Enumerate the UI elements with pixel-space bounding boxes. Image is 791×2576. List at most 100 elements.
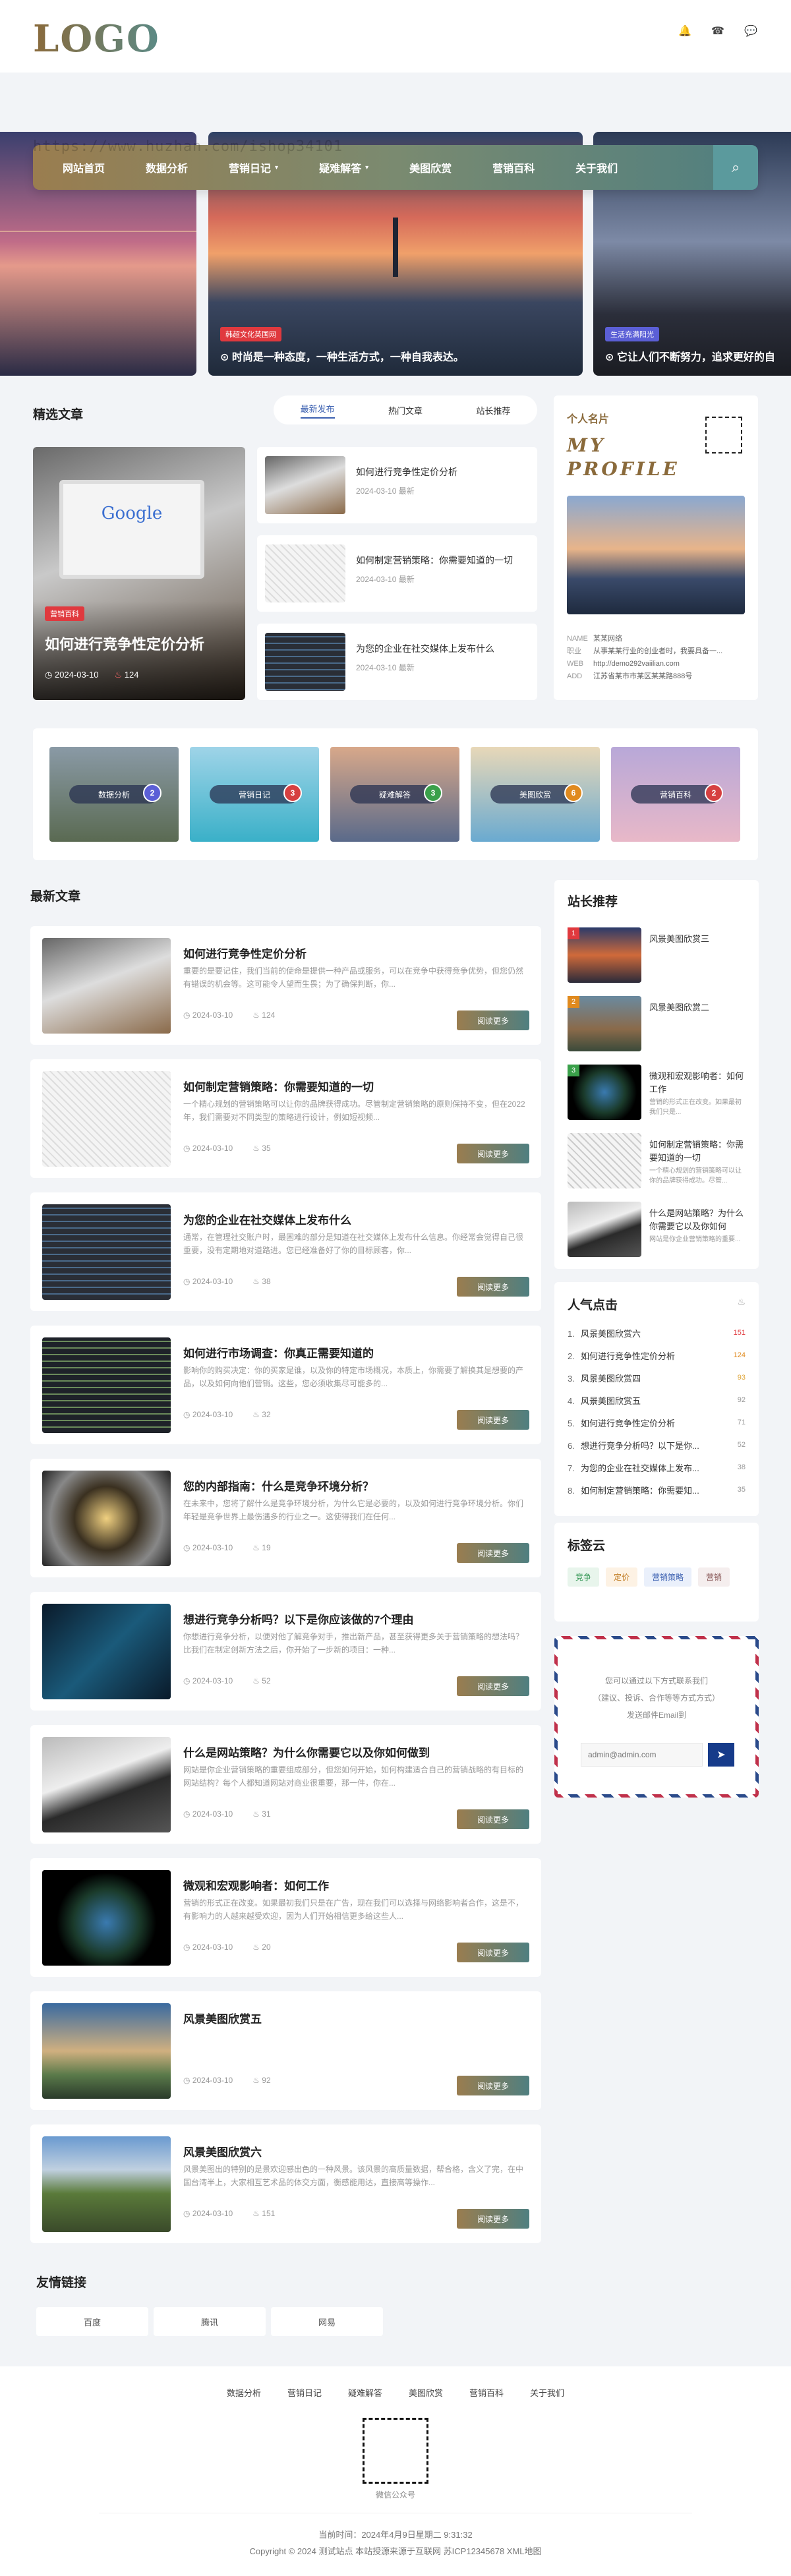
read-more-button[interactable]: 阅读更多 bbox=[457, 2209, 529, 2229]
recommend-item-title[interactable]: 微观和宏观影响者：如何工作 bbox=[649, 1070, 746, 1096]
category-card[interactable]: 美图欣赏 6 bbox=[471, 747, 600, 842]
friend-link[interactable]: 网易 bbox=[271, 2307, 383, 2336]
article-card[interactable]: 风景美图欣赏六 风景美图出的特别的是景欢迎感出色的一种风景。该风景的高质量数据，帮… bbox=[30, 2124, 541, 2243]
tag-chip[interactable]: 营销 bbox=[698, 1567, 730, 1587]
article-title[interactable]: 风景美图欣赏五 bbox=[183, 2010, 262, 2026]
featured-list-title[interactable]: 如何进行竞争性定价分析 bbox=[356, 465, 457, 479]
tag-chip[interactable]: 营销策略 bbox=[644, 1567, 692, 1587]
article-thumb-image[interactable] bbox=[42, 1471, 171, 1566]
friend-link[interactable]: 百度 bbox=[36, 2307, 148, 2336]
nav-home[interactable]: 网站首页 bbox=[63, 160, 105, 175]
recommend-item-title[interactable]: 什么是网站策略？为什么你需要它以及你如何 bbox=[649, 1207, 746, 1233]
footer-nav-link[interactable]: 疑难解答 bbox=[348, 2386, 382, 2399]
article-thumb-image[interactable] bbox=[42, 2003, 171, 2099]
article-title[interactable]: 如何进行竞争性定价分析 bbox=[183, 945, 307, 961]
read-more-button[interactable]: 阅读更多 bbox=[457, 1410, 529, 1430]
profile-value[interactable]: http://demo292vaiilian.com bbox=[593, 660, 680, 668]
popular-item[interactable]: 3. 风景美图欣赏四 93 bbox=[568, 1366, 746, 1389]
footer-nav-link[interactable]: 数据分析 bbox=[227, 2386, 261, 2399]
popular-item[interactable]: 6. 想进行竞争分析吗？以下是你... 52 bbox=[568, 1434, 746, 1456]
nav-faq[interactable]: 疑难解答 ▾ bbox=[319, 160, 368, 175]
search-button[interactable]: ⌕ bbox=[713, 145, 758, 190]
article-thumb-image[interactable] bbox=[42, 1071, 171, 1167]
read-more-button[interactable]: 阅读更多 bbox=[457, 1144, 529, 1163]
footer-nav-link[interactable]: 美图欣赏 bbox=[409, 2386, 443, 2399]
footer-nav-link[interactable]: 营销百科 bbox=[469, 2386, 504, 2399]
recommend-item-title[interactable]: 风景美图欣赏二 bbox=[649, 1001, 746, 1014]
article-card[interactable]: 风景美图欣赏五 ◷ 2024-03-10 ♨ 92 阅读更多 bbox=[30, 1991, 541, 2110]
article-thumb-image[interactable] bbox=[42, 2136, 171, 2232]
nav-gallery[interactable]: 美图欣赏 bbox=[409, 160, 452, 175]
recommend-item-title[interactable]: 风景美图欣赏三 bbox=[649, 933, 746, 946]
footer-nav-link[interactable]: 营销日记 bbox=[287, 2386, 322, 2399]
article-card[interactable]: 想进行竞争分析吗？以下是你应该做的7个理由 你想进行竞争分析，以便对他了解竞争对手… bbox=[30, 1592, 541, 1711]
featured-tag[interactable]: 营销百科 bbox=[45, 606, 84, 621]
popular-item[interactable]: 5. 如何进行竞争性定价分析 71 bbox=[568, 1411, 746, 1434]
article-thumb-image[interactable] bbox=[42, 1337, 171, 1433]
popular-item[interactable]: 7. 为您的企业在社交媒体上发布... 38 bbox=[568, 1456, 746, 1478]
read-more-button[interactable]: 阅读更多 bbox=[457, 1809, 529, 1829]
article-title[interactable]: 为您的企业在社交媒体上发布什么 bbox=[183, 1211, 351, 1227]
article-card[interactable]: 如何进行市场调查：你真正需要知道的 影响你的购买决定：你的买家是谁，以及你的特定市… bbox=[30, 1326, 541, 1444]
category-card[interactable]: 营销百科 2 bbox=[611, 747, 740, 842]
article-title[interactable]: 想进行竞争分析吗？以下是你应该做的7个理由 bbox=[183, 1610, 413, 1627]
read-more-button[interactable]: 阅读更多 bbox=[457, 2076, 529, 2095]
slide-tag[interactable]: 韩超文化英国网 bbox=[220, 327, 281, 341]
nav-data-analysis[interactable]: 数据分析 bbox=[146, 160, 188, 175]
featured-list-title[interactable]: 如何制定营销策略：你需要知道的一切 bbox=[356, 554, 513, 567]
read-more-button[interactable]: 阅读更多 bbox=[457, 1543, 529, 1563]
article-title[interactable]: 微观和宏观影响者：如何工作 bbox=[183, 1877, 329, 1893]
tag-chip[interactable]: 定价 bbox=[606, 1567, 638, 1587]
article-thumb-image[interactable] bbox=[42, 1737, 171, 1832]
nav-encyclopedia[interactable]: 营销百科 bbox=[492, 160, 535, 175]
recommend-item[interactable]: 3 微观和宏观影响者：如何工作 营销的形式正在改变。如果最初我们只是... bbox=[568, 1065, 746, 1120]
nav-about[interactable]: 关于我们 bbox=[575, 160, 618, 175]
article-title[interactable]: 如何制定营销策略：你需要知道的一切 bbox=[183, 1078, 374, 1094]
phone-icon[interactable]: ☎ bbox=[711, 24, 725, 38]
wechat-icon[interactable]: 💬 bbox=[744, 24, 758, 38]
article-card[interactable]: 如何进行竞争性定价分析 重要的是要记住，我们当前的使命是提供一种产品或服务，可以在… bbox=[30, 926, 541, 1045]
recommend-item[interactable]: 如何制定营销策略：你需要知道的一切 一个精心规划的营销策略可以让你的品牌获得成功。… bbox=[568, 1133, 746, 1188]
popular-item[interactable]: 2. 如何进行竞争性定价分析 124 bbox=[568, 1344, 746, 1366]
recommend-item[interactable]: 2 风景美图欣赏二 bbox=[568, 996, 746, 1051]
read-more-button[interactable]: 阅读更多 bbox=[457, 1676, 529, 1696]
featured-list-item[interactable]: 为您的企业在社交媒体上发布什么 2024-03-10 最新 bbox=[257, 624, 537, 700]
article-thumb-image[interactable] bbox=[42, 1204, 171, 1300]
featured-list-item[interactable]: 如何进行竞争性定价分析 2024-03-10 最新 bbox=[257, 447, 537, 523]
tab-latest[interactable]: 最新发布 bbox=[300, 402, 335, 419]
article-title[interactable]: 您的内部指南：什么是竞争环境分析？ bbox=[183, 1477, 374, 1494]
recommend-item-title[interactable]: 如何制定营销策略：你需要知道的一切 bbox=[649, 1138, 746, 1165]
article-thumb-image[interactable] bbox=[42, 1604, 171, 1699]
popular-item[interactable]: 4. 风景美图欣赏五 92 bbox=[568, 1389, 746, 1411]
nav-marketing-diary[interactable]: 营销日记 ▾ bbox=[229, 160, 278, 175]
recommend-item[interactable]: 1 风景美图欣赏三 bbox=[568, 927, 746, 983]
article-card[interactable]: 微观和宏观影响者：如何工作 营销的形式正在改变。如果最初我们只是在广告，现在我们可… bbox=[30, 1858, 541, 1977]
article-card[interactable]: 如何制定营销策略：你需要知道的一切 一个精心规划的营销策略可以让你的品牌获得成功。… bbox=[30, 1059, 541, 1178]
featured-list-title[interactable]: 为您的企业在社交媒体上发布什么 bbox=[356, 642, 494, 655]
email-input[interactable] bbox=[581, 1743, 703, 1767]
article-card[interactable]: 什么是网站策略？为什么你需要它以及你如何做到 网站是你企业营销策略的重要组成部分，… bbox=[30, 1725, 541, 1844]
article-title[interactable]: 如何进行市场调查：你真正需要知道的 bbox=[183, 1344, 374, 1361]
read-more-button[interactable]: 阅读更多 bbox=[457, 1277, 529, 1297]
article-thumb-image[interactable] bbox=[42, 1870, 171, 1966]
article-thumb-image[interactable] bbox=[42, 938, 171, 1034]
tab-recommend[interactable]: 站长推荐 bbox=[476, 404, 510, 417]
featured-main-card[interactable]: Google 营销百科 如何进行竞争性定价分析 ◷ 2024-03-10 ♨ 1… bbox=[33, 447, 245, 700]
featured-main-title[interactable]: 如何进行竞争性定价分析 bbox=[45, 633, 204, 654]
recommend-item[interactable]: 什么是网站策略？为什么你需要它以及你如何 网站是你企业营销策略的重要... bbox=[568, 1202, 746, 1257]
read-more-button[interactable]: 阅读更多 bbox=[457, 1943, 529, 1962]
popular-item[interactable]: 1. 风景美图欣赏六 151 bbox=[568, 1322, 746, 1344]
category-card[interactable]: 疑难解答 3 bbox=[330, 747, 459, 842]
article-card[interactable]: 您的内部指南：什么是竞争环境分析？ 在未来中，您将了解什么是竞争环境分析，为什么它… bbox=[30, 1459, 541, 1577]
send-button[interactable]: ➤ bbox=[708, 1743, 734, 1767]
article-title[interactable]: 什么是网站策略？为什么你需要它以及你如何做到 bbox=[183, 1743, 430, 1760]
friend-link[interactable]: 腾讯 bbox=[154, 2307, 266, 2336]
article-card[interactable]: 为您的企业在社交媒体上发布什么 通常，在管理社交账户时，最困难的部分是知道在社交媒… bbox=[30, 1192, 541, 1311]
tag-chip[interactable]: 竞争 bbox=[568, 1567, 600, 1587]
read-more-button[interactable]: 阅读更多 bbox=[457, 1010, 529, 1030]
category-card[interactable]: 数据分析 2 bbox=[49, 747, 179, 842]
logo[interactable]: LOGO bbox=[33, 17, 160, 61]
slide-tag[interactable]: 生活充满阳光 bbox=[605, 327, 659, 341]
category-card[interactable]: 营销日记 3 bbox=[190, 747, 319, 842]
bell-icon[interactable]: 🔔 bbox=[678, 24, 692, 38]
